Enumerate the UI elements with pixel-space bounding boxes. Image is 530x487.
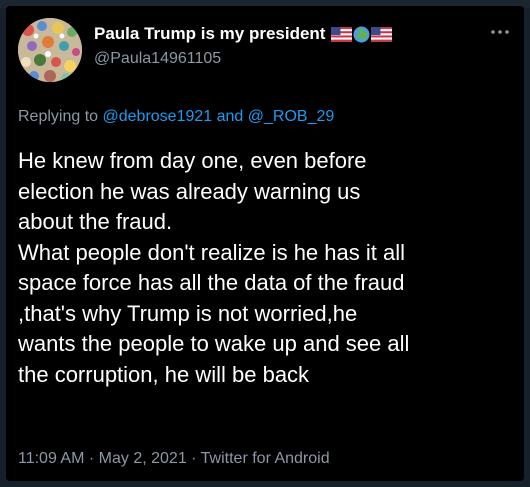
mention-conjunction: and [216,108,244,125]
tweet-text-line: What people don't realize is he has it a… [18,239,405,265]
meta-separator: · [88,450,95,467]
replying-to-line: Replying to @debrose1921 and @_ROB_29 [18,108,334,126]
avatar-image [18,18,82,82]
tweet-date[interactable]: May 2, 2021 [99,450,187,467]
us-flag-icon [371,26,393,42]
mention-link[interactable]: @debrose1921 [103,108,213,125]
tweet-text-line: about the fraud. [18,209,173,234]
tweet-text-line: He knew from day one, even before [18,148,367,173]
mention-link[interactable]: @_ROB_29 [248,108,335,125]
more-horizontal-icon[interactable] [488,24,512,40]
tweet-text-line: ,that's why Trump is not worried,he [18,300,358,326]
tweet-text-line: the corruption, he will be back [18,361,310,387]
tweet-text-line: space force has all the data of the frau… [18,270,405,295]
tweet-meta: 11:09 AM · May 2, 2021 · Twitter for And… [18,450,330,468]
tweet-card: Paula Trump is my president @Paula149611… [6,6,524,481]
display-name[interactable]: Paula Trump is my president [94,24,325,44]
tweet-text-line: election he was already warning us [18,178,361,204]
user-handle[interactable]: @Paula14961105 [94,50,221,68]
globe-icon [353,26,370,42]
name-emojis [331,26,393,43]
name-row: Paula Trump is my president [94,24,393,44]
tweet-time[interactable]: 11:09 AM [18,450,84,467]
us-flag-icon [331,26,353,42]
tweet-text-line: wants the people to wake up and see all [18,331,410,356]
meta-separator: · [191,450,197,467]
tweet-source[interactable]: Twitter for Android [201,450,330,467]
tweet-text: He knew from day one, even before electi… [18,146,518,390]
avatar[interactable] [18,18,82,82]
replying-to-label: Replying to [18,108,99,125]
